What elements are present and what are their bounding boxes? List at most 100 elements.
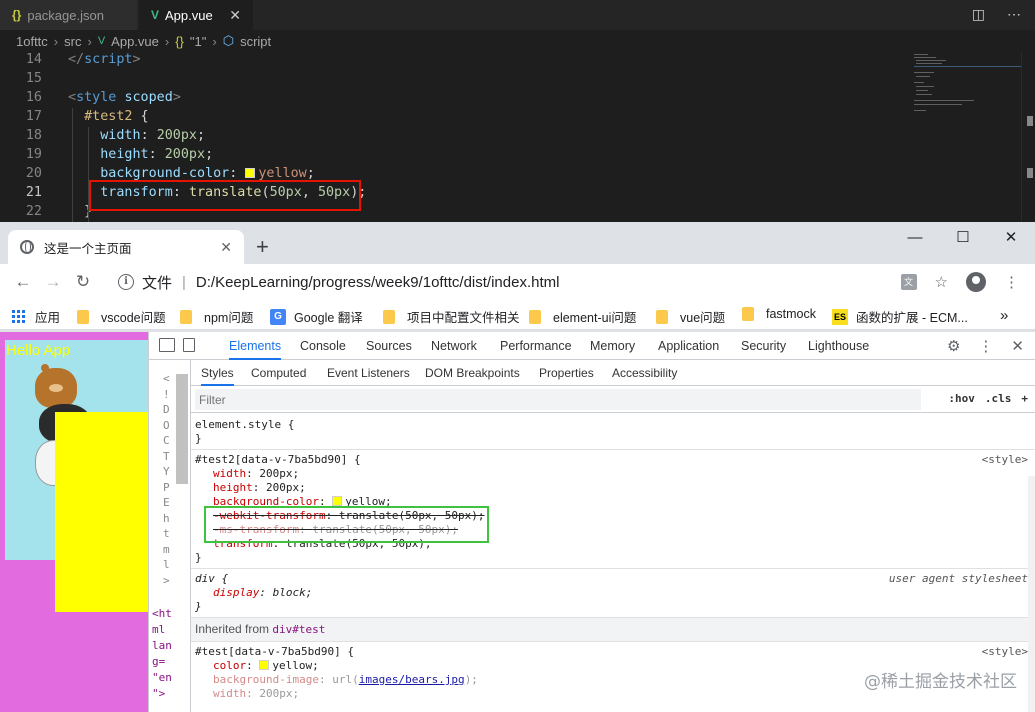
color-swatch[interactable] (259, 660, 270, 670)
browser-tab[interactable]: 这是一个主页面 ✕ (8, 230, 244, 264)
code-line[interactable]: 18 width: 200px; (0, 126, 905, 145)
maximize-button[interactable]: ☐ (939, 222, 987, 252)
bookmark-item[interactable]: npm问题 (180, 307, 253, 326)
tab-dom-breakpoints[interactable]: DOM Breakpoints (425, 360, 520, 386)
reload-button[interactable]: ↻ (68, 272, 98, 292)
more-bookmarks-icon[interactable]: » (1000, 307, 1008, 324)
elements-tree[interactable]: <! D O C T Y P Eh t m l > <ht ml lan g= "en "> (149, 360, 191, 712)
breadcrumb-item[interactable]: "1" (190, 34, 206, 49)
info-icon[interactable]: i (118, 274, 134, 290)
color-swatch[interactable] (332, 496, 343, 506)
tab-computed[interactable]: Computed (251, 360, 306, 386)
tab-lighthouse[interactable]: Lighthouse (808, 332, 869, 360)
style-rules: element.style { } <style> #test2[data-v-… (191, 415, 1035, 704)
close-tab-icon[interactable]: ✕ (229, 7, 241, 24)
bookmark-item[interactable]: ES 函数的扩展 - ECM... (832, 307, 968, 326)
code-token: width (100, 128, 141, 143)
element-style-rule[interactable]: element.style { } (191, 415, 1035, 450)
tab-properties[interactable]: Properties (539, 360, 594, 386)
more-options-icon[interactable]: ⋮ (978, 337, 993, 355)
bookmark-item[interactable]: element-ui问题 (529, 307, 636, 326)
breadcrumb-item[interactable]: App.vue (111, 34, 159, 49)
code-token: : (229, 166, 246, 181)
bookmark-item[interactable]: vscode问题 (77, 307, 166, 326)
address-bar[interactable]: i 文件 | D:/KeepLearning/progress/week9/1o… (104, 268, 882, 296)
bookmark-label: 项目中配置文件相关 (407, 311, 520, 325)
filter-buttons: :hov .cls + (948, 392, 1028, 405)
minimize-button[interactable]: — (891, 222, 939, 252)
prop-height[interactable]: height: 200px; (195, 481, 1032, 495)
code-token: height (100, 147, 149, 162)
bookmark-label: vue问题 (680, 311, 726, 325)
prop-name: width (213, 467, 247, 480)
bookmark-item[interactable]: vue问题 (656, 307, 725, 326)
tab-security[interactable]: Security (741, 332, 786, 360)
tab-styles[interactable]: Styles (201, 360, 234, 386)
line-number: 21 (25, 185, 42, 200)
bookmark-item[interactable]: G Google 翻译 (270, 307, 363, 326)
rule-source-link[interactable]: <style> (982, 453, 1028, 467)
breadcrumb-item[interactable]: script (240, 34, 271, 49)
profile-icon[interactable] (966, 272, 986, 292)
div-ua-rule[interactable]: user agent stylesheet div { display: blo… (191, 569, 1035, 618)
back-button[interactable]: ← (8, 272, 38, 292)
new-tab-button[interactable]: + (256, 234, 269, 260)
code-token: ; (306, 166, 315, 181)
tab-network[interactable]: Network (431, 332, 477, 360)
bookmark-item[interactable]: 项目中配置文件相关 (383, 307, 520, 326)
tab-package-json[interactable]: {} package.json (0, 0, 138, 30)
tab-application[interactable]: Application (658, 332, 719, 360)
prop-value: 200px; (259, 687, 300, 700)
breadcrumb-item[interactable]: 1ofttc (16, 34, 48, 49)
editor-scrollbar[interactable] (1021, 52, 1035, 222)
tab-app-vue[interactable]: V App.vue ✕ (139, 0, 254, 30)
code-line[interactable]: 19 height: 200px; (0, 145, 905, 164)
code-token: > (132, 52, 141, 67)
watermark: @稀土掘金技术社区 (864, 672, 1017, 692)
code-token: : (140, 128, 157, 143)
device-toolbar-icon[interactable] (183, 338, 195, 352)
translate-icon[interactable]: 文 (900, 274, 917, 290)
styles-scrollbar[interactable] (1028, 476, 1035, 712)
tab-elements[interactable]: Elements (229, 332, 282, 360)
tab-event-listeners[interactable]: Event Listeners (327, 360, 410, 386)
html-tag-text[interactable]: <ht ml lan g= "en "> (152, 606, 172, 702)
tab-performance[interactable]: Performance (500, 332, 572, 360)
code-line[interactable]: 14 </script> (0, 50, 905, 69)
breadcrumb-item[interactable]: src (64, 34, 81, 49)
tab-sources[interactable]: Sources (366, 332, 412, 360)
google-translate-icon: G (270, 308, 286, 325)
forward-button[interactable]: → (38, 272, 68, 292)
code-token: ; (197, 128, 206, 143)
tab-console[interactable]: Console (300, 332, 346, 360)
filter-input[interactable] (195, 389, 921, 410)
new-rule-button[interactable]: + (1021, 392, 1028, 405)
bookmark-item[interactable]: fastmock (742, 307, 816, 321)
code-line[interactable]: 15 (0, 69, 905, 88)
gear-icon[interactable]: ⚙ (947, 337, 960, 355)
inspect-element-icon[interactable] (159, 338, 175, 352)
url-text[interactable]: D:/KeepLearning/progress/week9/1ofttc/di… (196, 274, 560, 291)
split-editor-icon[interactable]: ◫ (972, 6, 985, 23)
tab-accessibility[interactable]: Accessibility (612, 360, 677, 386)
elements-scrollbar[interactable] (176, 374, 188, 484)
cls-toggle[interactable]: .cls (985, 392, 1012, 405)
minimap[interactable] (906, 52, 1029, 222)
rule-source-link[interactable]: <style> (982, 645, 1028, 659)
bookmark-apps[interactable]: 应用 (12, 307, 60, 326)
close-window-button[interactable]: ✕ (987, 222, 1035, 252)
image-link[interactable]: images/bears.jpg (359, 673, 465, 686)
hov-toggle[interactable]: :hov (948, 392, 975, 405)
code-line[interactable]: 16 <style scoped> (0, 88, 905, 107)
es-icon: ES (832, 308, 848, 325)
close-devtools-icon[interactable]: ✕ (1011, 337, 1024, 355)
menu-icon[interactable]: ⋮ (1004, 273, 1019, 291)
more-actions-icon[interactable]: ⋯ (1007, 6, 1021, 23)
code-line[interactable]: 17 #test2 { (0, 107, 905, 126)
tab-memory[interactable]: Memory (590, 332, 635, 360)
star-icon[interactable]: ☆ (935, 273, 948, 291)
bookmark-label: vscode问题 (101, 311, 166, 325)
inherited-element-link[interactable]: div#test (272, 623, 325, 636)
close-tab-icon[interactable]: ✕ (220, 239, 232, 256)
prop-width[interactable]: width: 200px; (195, 467, 1032, 481)
